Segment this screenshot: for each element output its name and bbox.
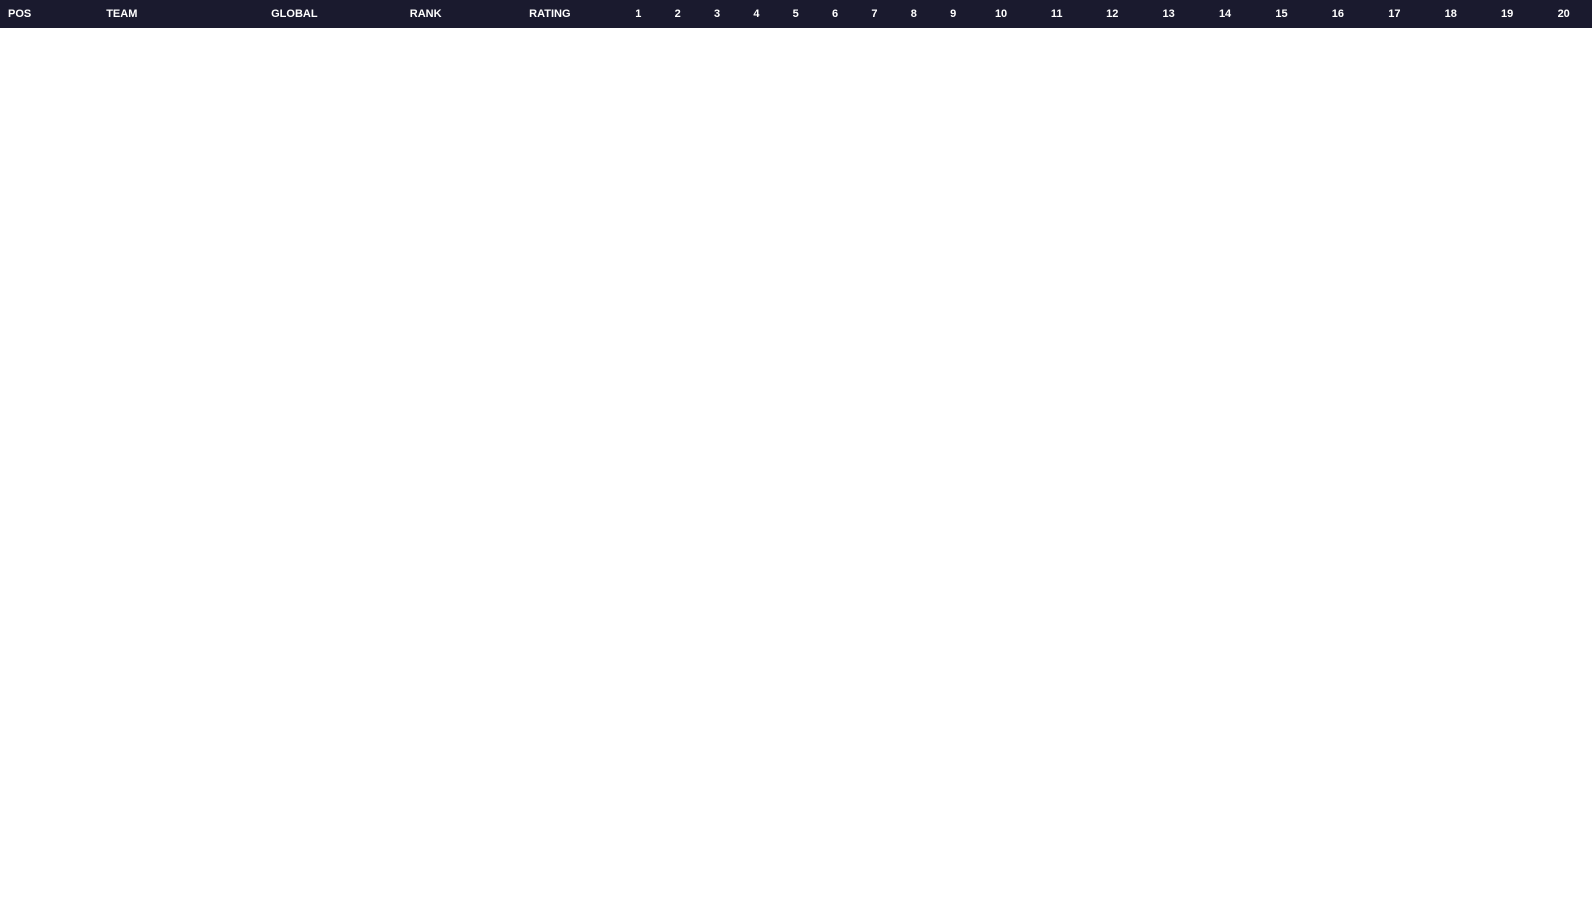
col-6-header: 6 [815, 0, 854, 28]
col-3-header: 3 [697, 0, 736, 28]
col-8-header: 8 [894, 0, 933, 28]
col-17-header: 17 [1366, 0, 1422, 28]
col-2-header: 2 [658, 0, 697, 28]
col-5-header: 5 [776, 0, 815, 28]
col-16-header: 16 [1310, 0, 1366, 28]
pos-header: POS [0, 0, 98, 28]
col-12-header: 12 [1084, 0, 1140, 28]
col-7-header: 7 [855, 0, 894, 28]
standings-table: POS TEAM GLOBAL RANK RATING 1 2 3 4 5 6 … [0, 0, 1592, 28]
rank-header: RANK [370, 0, 481, 28]
col-4-header: 4 [737, 0, 776, 28]
col-13-header: 13 [1140, 0, 1196, 28]
col-19-header: 19 [1479, 0, 1535, 28]
col-14-header: 14 [1197, 0, 1253, 28]
col-11-header: 11 [1029, 0, 1084, 28]
rating-header: RATING [481, 0, 619, 28]
global-header: GLOBAL [218, 0, 370, 28]
col-1-header: 1 [619, 0, 658, 28]
col-20-header: 20 [1535, 0, 1592, 28]
col-9-header: 9 [934, 0, 973, 28]
col-15-header: 15 [1253, 0, 1309, 28]
col-18-header: 18 [1423, 0, 1479, 28]
team-header: TEAM [98, 0, 218, 28]
col-10-header: 10 [973, 0, 1029, 28]
